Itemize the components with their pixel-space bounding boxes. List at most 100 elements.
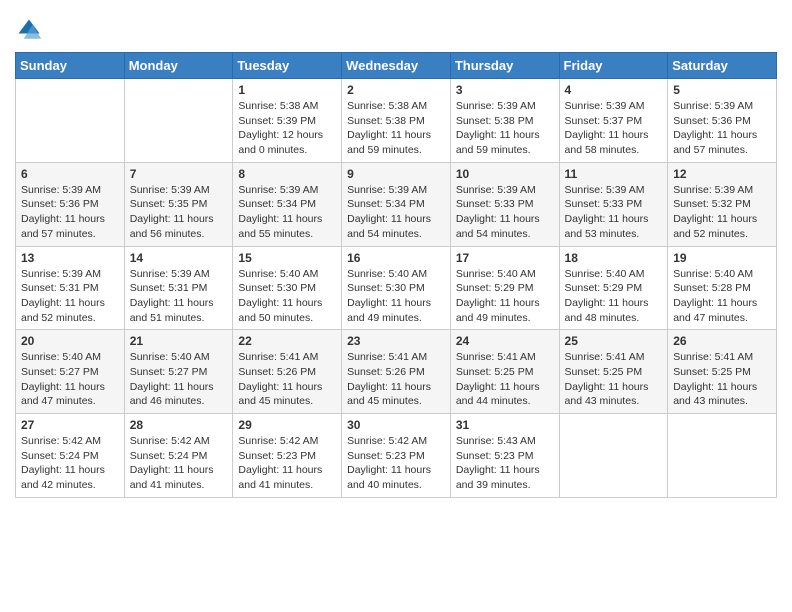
- calendar-cell: 23 Sunrise: 5:41 AM Sunset: 5:26 PM Dayli…: [342, 330, 451, 414]
- day-number: 27: [21, 418, 119, 432]
- calendar-week-row: 6 Sunrise: 5:39 AM Sunset: 5:36 PM Daylig…: [16, 162, 777, 246]
- day-number: 31: [456, 418, 554, 432]
- calendar-cell: 28 Sunrise: 5:42 AM Sunset: 5:24 PM Dayli…: [124, 414, 233, 498]
- day-info: Sunrise: 5:41 AM Sunset: 5:25 PM Dayligh…: [456, 350, 554, 409]
- calendar-cell: 5Sunrise: 5:39 AM Sunset: 5:36 PM Daylig…: [668, 79, 777, 163]
- day-number: 30: [347, 418, 445, 432]
- day-number: 9: [347, 167, 445, 181]
- day-number: 7: [130, 167, 228, 181]
- day-number: 26: [673, 334, 771, 348]
- logo-icon: [15, 16, 43, 44]
- calendar-cell: [559, 414, 668, 498]
- calendar-cell: 10 Sunrise: 5:39 AM Sunset: 5:33 PM Dayli…: [450, 162, 559, 246]
- day-info: Sunrise: 5:42 AM Sunset: 5:23 PM Dayligh…: [238, 434, 336, 493]
- calendar-week-row: 1 Sunrise: 5:38 AM Sunset: 5:39 PM Daylig…: [16, 79, 777, 163]
- calendar-cell: 25 Sunrise: 5:41 AM Sunset: 5:25 PM Dayli…: [559, 330, 668, 414]
- calendar-cell: 18 Sunrise: 5:40 AM Sunset: 5:29 PM Dayli…: [559, 246, 668, 330]
- calendar-cell: 21 Sunrise: 5:40 AM Sunset: 5:27 PM Dayli…: [124, 330, 233, 414]
- day-info: Sunrise: 5:39 AM Sunset: 5:31 PM Dayligh…: [130, 267, 228, 326]
- day-number: 16: [347, 251, 445, 265]
- calendar-cell: 6 Sunrise: 5:39 AM Sunset: 5:36 PM Daylig…: [16, 162, 125, 246]
- calendar-header-row: SundayMondayTuesdayWednesdayThursdayFrid…: [16, 53, 777, 79]
- day-info: Sunrise: 5:42 AM Sunset: 5:24 PM Dayligh…: [130, 434, 228, 493]
- day-info: Sunrise: 5:38 AM Sunset: 5:39 PM Dayligh…: [238, 99, 336, 158]
- day-of-week-header: Sunday: [16, 53, 125, 79]
- day-number: 25: [565, 334, 663, 348]
- day-number: 23: [347, 334, 445, 348]
- day-of-week-header: Tuesday: [233, 53, 342, 79]
- calendar-cell: 27 Sunrise: 5:42 AM Sunset: 5:24 PM Dayli…: [16, 414, 125, 498]
- day-info: Sunrise: 5:40 AM Sunset: 5:30 PM Dayligh…: [238, 267, 336, 326]
- calendar-cell: [16, 79, 125, 163]
- day-number: 6: [21, 167, 119, 181]
- day-number: 10: [456, 167, 554, 181]
- day-info: Sunrise: 5:43 AM Sunset: 5:23 PM Dayligh…: [456, 434, 554, 493]
- calendar-cell: 8 Sunrise: 5:39 AM Sunset: 5:34 PM Daylig…: [233, 162, 342, 246]
- page-header: [15, 10, 777, 44]
- day-info: Sunrise: 5:39 AM Sunset: 5:36 PM Dayligh…: [21, 183, 119, 242]
- calendar-cell: 20 Sunrise: 5:40 AM Sunset: 5:27 PM Dayli…: [16, 330, 125, 414]
- day-number: 13: [21, 251, 119, 265]
- day-number: 14: [130, 251, 228, 265]
- day-of-week-header: Saturday: [668, 53, 777, 79]
- day-number: 28: [130, 418, 228, 432]
- calendar-week-row: 27 Sunrise: 5:42 AM Sunset: 5:24 PM Dayli…: [16, 414, 777, 498]
- day-of-week-header: Monday: [124, 53, 233, 79]
- day-info: Sunrise: 5:40 AM Sunset: 5:30 PM Dayligh…: [347, 267, 445, 326]
- day-info: Sunrise: 5:39 AM Sunset: 5:34 PM Dayligh…: [238, 183, 336, 242]
- day-info: Sunrise: 5:39 AM Sunset: 5:31 PM Dayligh…: [21, 267, 119, 326]
- day-info: Sunrise: 5:41 AM Sunset: 5:25 PM Dayligh…: [673, 350, 771, 409]
- day-of-week-header: Wednesday: [342, 53, 451, 79]
- day-number: 21: [130, 334, 228, 348]
- day-info: Sunrise: 5:41 AM Sunset: 5:25 PM Dayligh…: [565, 350, 663, 409]
- calendar-cell: 29 Sunrise: 5:42 AM Sunset: 5:23 PM Dayli…: [233, 414, 342, 498]
- calendar-cell: 4 Sunrise: 5:39 AM Sunset: 5:37 PM Daylig…: [559, 79, 668, 163]
- day-info: Sunrise: 5:41 AM Sunset: 5:26 PM Dayligh…: [238, 350, 336, 409]
- day-number: 29: [238, 418, 336, 432]
- calendar-cell: 30 Sunrise: 5:42 AM Sunset: 5:23 PM Dayli…: [342, 414, 451, 498]
- calendar-week-row: 20 Sunrise: 5:40 AM Sunset: 5:27 PM Dayli…: [16, 330, 777, 414]
- calendar-cell: 3Sunrise: 5:39 AM Sunset: 5:38 PM Daylig…: [450, 79, 559, 163]
- logo: [15, 16, 47, 44]
- day-info: Sunrise: 5:39 AM Sunset: 5:38 PM Dayligh…: [456, 99, 554, 158]
- day-number: 15: [238, 251, 336, 265]
- day-info: Sunrise: 5:40 AM Sunset: 5:28 PM Dayligh…: [673, 267, 771, 326]
- calendar-cell: [668, 414, 777, 498]
- day-info: Sunrise: 5:41 AM Sunset: 5:26 PM Dayligh…: [347, 350, 445, 409]
- day-number: 5: [673, 83, 771, 97]
- day-of-week-header: Friday: [559, 53, 668, 79]
- day-number: 4: [565, 83, 663, 97]
- day-info: Sunrise: 5:39 AM Sunset: 5:37 PM Dayligh…: [565, 99, 663, 158]
- day-info: Sunrise: 5:40 AM Sunset: 5:27 PM Dayligh…: [130, 350, 228, 409]
- day-info: Sunrise: 5:40 AM Sunset: 5:29 PM Dayligh…: [456, 267, 554, 326]
- calendar-cell: 24Sunrise: 5:41 AM Sunset: 5:25 PM Dayli…: [450, 330, 559, 414]
- day-info: Sunrise: 5:39 AM Sunset: 5:33 PM Dayligh…: [565, 183, 663, 242]
- day-number: 17: [456, 251, 554, 265]
- calendar-cell: 11 Sunrise: 5:39 AM Sunset: 5:33 PM Dayli…: [559, 162, 668, 246]
- calendar-cell: 2 Sunrise: 5:38 AM Sunset: 5:38 PM Daylig…: [342, 79, 451, 163]
- calendar-body: 1 Sunrise: 5:38 AM Sunset: 5:39 PM Daylig…: [16, 79, 777, 498]
- day-info: Sunrise: 5:40 AM Sunset: 5:27 PM Dayligh…: [21, 350, 119, 409]
- day-info: Sunrise: 5:40 AM Sunset: 5:29 PM Dayligh…: [565, 267, 663, 326]
- day-number: 1: [238, 83, 336, 97]
- day-info: Sunrise: 5:42 AM Sunset: 5:23 PM Dayligh…: [347, 434, 445, 493]
- calendar-cell: 22Sunrise: 5:41 AM Sunset: 5:26 PM Dayli…: [233, 330, 342, 414]
- calendar-cell: [124, 79, 233, 163]
- day-info: Sunrise: 5:38 AM Sunset: 5:38 PM Dayligh…: [347, 99, 445, 158]
- day-info: Sunrise: 5:42 AM Sunset: 5:24 PM Dayligh…: [21, 434, 119, 493]
- calendar-cell: 31 Sunrise: 5:43 AM Sunset: 5:23 PM Dayli…: [450, 414, 559, 498]
- calendar-cell: 13 Sunrise: 5:39 AM Sunset: 5:31 PM Dayli…: [16, 246, 125, 330]
- day-number: 11: [565, 167, 663, 181]
- day-of-week-header: Thursday: [450, 53, 559, 79]
- calendar-cell: 15 Sunrise: 5:40 AM Sunset: 5:30 PM Dayli…: [233, 246, 342, 330]
- day-number: 2: [347, 83, 445, 97]
- calendar-cell: 26 Sunrise: 5:41 AM Sunset: 5:25 PM Dayli…: [668, 330, 777, 414]
- day-number: 20: [21, 334, 119, 348]
- calendar-cell: 9 Sunrise: 5:39 AM Sunset: 5:34 PM Daylig…: [342, 162, 451, 246]
- calendar-cell: 1 Sunrise: 5:38 AM Sunset: 5:39 PM Daylig…: [233, 79, 342, 163]
- day-number: 18: [565, 251, 663, 265]
- day-number: 8: [238, 167, 336, 181]
- day-info: Sunrise: 5:39 AM Sunset: 5:34 PM Dayligh…: [347, 183, 445, 242]
- day-info: Sunrise: 5:39 AM Sunset: 5:33 PM Dayligh…: [456, 183, 554, 242]
- day-number: 12: [673, 167, 771, 181]
